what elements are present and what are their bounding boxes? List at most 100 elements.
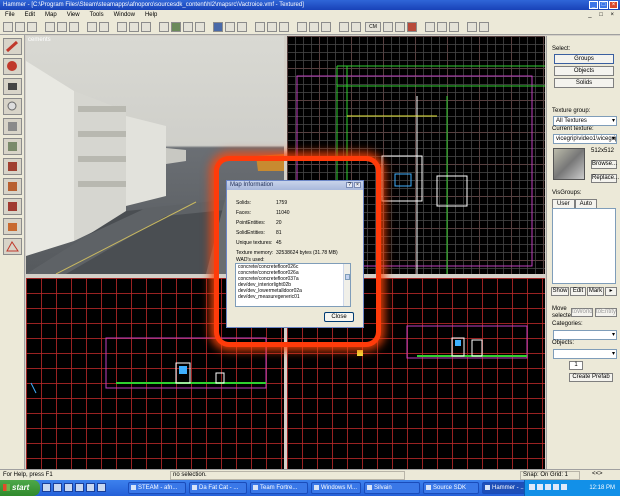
- security-icon[interactable]: [553, 484, 559, 490]
- dialog-help-icon[interactable]: ?: [346, 182, 353, 188]
- categories-select[interactable]: [553, 330, 617, 340]
- apply-texture-icon[interactable]: [3, 158, 22, 175]
- grid-larger-icon[interactable]: [141, 22, 151, 32]
- texture-lock-icon[interactable]: [171, 22, 181, 32]
- open-file-icon[interactable]: [15, 22, 25, 32]
- new-file-icon[interactable]: [3, 22, 13, 32]
- menu-map[interactable]: Map: [40, 10, 62, 20]
- taskbar-source-sdk[interactable]: Source SDK: [423, 482, 479, 494]
- undo-icon[interactable]: [87, 22, 97, 32]
- prefab-count-spinner[interactable]: 1: [569, 361, 583, 370]
- create-prefab-button[interactable]: Create Prefab: [569, 373, 613, 382]
- decal-icon[interactable]: [449, 22, 459, 32]
- entity-tool-icon[interactable]: [3, 98, 22, 115]
- desktop-icon[interactable]: [42, 483, 51, 492]
- entity-icon[interactable]: [339, 22, 349, 32]
- messenger-icon[interactable]: [97, 483, 106, 492]
- toggle-helpers-icon[interactable]: [407, 22, 417, 32]
- show-button[interactable]: Show: [551, 287, 569, 296]
- path-tool-icon[interactable]: [3, 238, 22, 255]
- browse-button[interactable]: Browse...: [591, 160, 617, 169]
- list-item[interactable]: dev/dev_measuregeneric01: [236, 294, 350, 300]
- visgroups-list[interactable]: [552, 208, 616, 284]
- to-entity-button[interactable]: toEntity: [595, 308, 617, 317]
- overlay-icon[interactable]: [467, 22, 477, 32]
- minimize-button[interactable]: _: [589, 1, 598, 9]
- sound-icon[interactable]: [479, 22, 489, 32]
- taskbar-steam[interactable]: STEAM - afn...: [128, 482, 186, 494]
- show-3d-grid-icon[interactable]: [159, 22, 169, 32]
- hide-selected-icon[interactable]: [213, 22, 223, 32]
- carve-icon[interactable]: [237, 22, 247, 32]
- texture-list[interactable]: concrete/concretefloor026c concrete/conc…: [235, 263, 351, 307]
- models-icon[interactable]: [425, 22, 435, 32]
- compile-icon[interactable]: [395, 22, 405, 32]
- browser-icon[interactable]: [53, 483, 62, 492]
- group-icon[interactable]: [183, 22, 193, 32]
- show-hidden-icon[interactable]: [225, 22, 235, 32]
- objects-select[interactable]: [553, 349, 617, 359]
- magnify-tool-icon[interactable]: [3, 58, 22, 75]
- menu-edit[interactable]: Edit: [20, 10, 40, 20]
- steam-tray-icon[interactable]: [545, 484, 551, 490]
- taskbar-windows-media[interactable]: Windows M...: [311, 482, 361, 494]
- ungroup-icon[interactable]: [195, 22, 205, 32]
- clock[interactable]: 12:18 PM: [589, 480, 615, 496]
- list-scrollbar[interactable]: [343, 264, 350, 306]
- tab-auto[interactable]: Auto: [574, 199, 598, 208]
- clip-tool-icon[interactable]: [3, 198, 22, 215]
- mark-button[interactable]: Mark: [587, 287, 604, 296]
- cm-icon[interactable]: CM: [365, 22, 381, 32]
- scrollbar-thumb[interactable]: [345, 274, 350, 280]
- steam-icon[interactable]: [86, 483, 95, 492]
- close-button[interactable]: ×: [609, 1, 618, 9]
- taskbar-dafatcat[interactable]: Da Fat Cat - ...: [189, 482, 247, 494]
- select-groups-button[interactable]: Groups: [554, 54, 614, 64]
- start-button[interactable]: start: [0, 480, 40, 496]
- decal-tool-icon[interactable]: [3, 178, 22, 195]
- messenger-tray-icon[interactable]: [561, 484, 567, 490]
- cut-icon[interactable]: [45, 22, 55, 32]
- copy-icon[interactable]: [57, 22, 67, 32]
- menu-help[interactable]: Help: [140, 10, 162, 20]
- flip-h-icon[interactable]: [267, 22, 277, 32]
- current-texture-select[interactable]: vicegrip\video1\vicegrip: [553, 134, 617, 144]
- texture-browser-icon[interactable]: [437, 22, 447, 32]
- wireframe-icon[interactable]: [297, 22, 307, 32]
- paste-icon[interactable]: [69, 22, 79, 32]
- edit-button[interactable]: Edit: [570, 287, 586, 296]
- tab-user[interactable]: User: [552, 199, 575, 208]
- menu-tools[interactable]: Tools: [85, 10, 109, 20]
- grid-smaller-icon[interactable]: [129, 22, 139, 32]
- vertex-tool-icon[interactable]: [3, 218, 22, 235]
- save-icon[interactable]: [27, 22, 37, 32]
- camera-tool-icon[interactable]: [3, 78, 22, 95]
- hollow-icon[interactable]: [255, 22, 265, 32]
- run-map-icon[interactable]: [383, 22, 393, 32]
- taskbar-hammer[interactable]: Hammer - ...: [482, 482, 526, 494]
- maximize-button[interactable]: □: [599, 1, 608, 9]
- volume-icon[interactable]: [529, 484, 535, 490]
- select-solids-button[interactable]: Solids: [554, 78, 614, 88]
- texture-group-select[interactable]: All Textures: [553, 116, 617, 126]
- polygon-icon[interactable]: [309, 22, 319, 32]
- media-icon[interactable]: [64, 483, 73, 492]
- selection-tool-icon[interactable]: [3, 38, 22, 55]
- to-world-button[interactable]: toWorld: [571, 308, 593, 317]
- visgroup-options-button[interactable]: ▸: [605, 287, 617, 296]
- flip-v-icon[interactable]: [279, 22, 289, 32]
- select-objects-button[interactable]: Objects: [554, 66, 614, 76]
- taskbar-teamfortress[interactable]: Team Fortre...: [250, 482, 308, 494]
- textured-icon[interactable]: [321, 22, 331, 32]
- block-tool-icon[interactable]: [3, 118, 22, 135]
- network-icon[interactable]: [537, 484, 543, 490]
- dialog-close-icon[interactable]: ×: [354, 182, 361, 188]
- folder-icon[interactable]: [75, 483, 84, 492]
- cordon-icon[interactable]: [351, 22, 361, 32]
- taskbar-silvain[interactable]: Silvain: [364, 482, 420, 494]
- redo-icon[interactable]: [99, 22, 109, 32]
- mdi-controls[interactable]: _ □ ×: [588, 10, 617, 20]
- menu-view[interactable]: View: [62, 10, 85, 20]
- replace-button[interactable]: Replace...: [591, 174, 619, 183]
- menu-file[interactable]: File: [0, 10, 20, 20]
